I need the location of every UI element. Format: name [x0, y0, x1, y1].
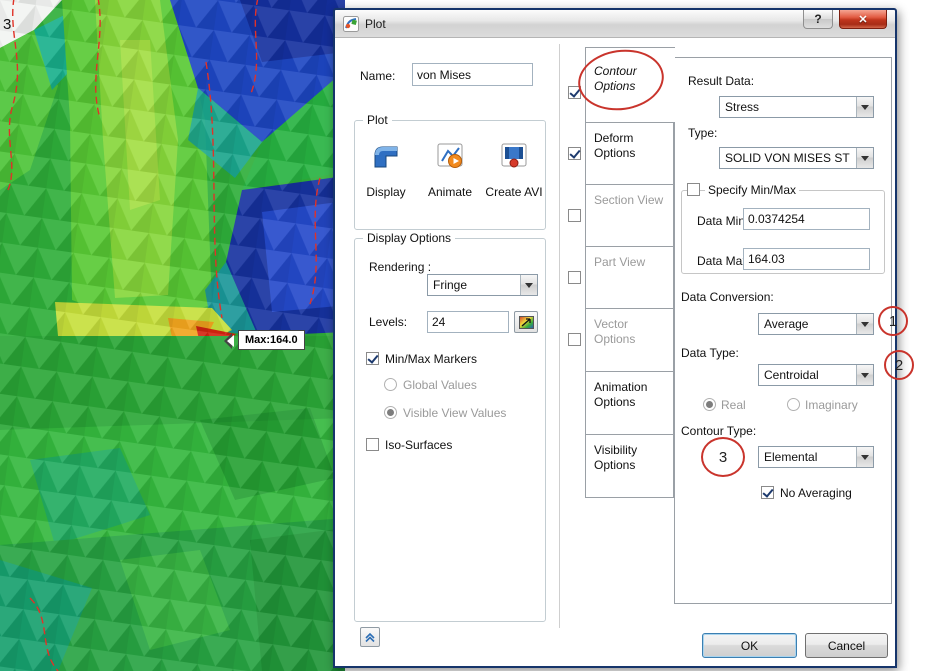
levels-palette-button[interactable]	[514, 311, 538, 333]
minmax-markers-label: Min/Max Markers	[385, 352, 478, 366]
rendering-value: Fringe	[433, 278, 468, 292]
tab-animation-options[interactable]: Animation Options	[585, 371, 674, 435]
tab-vector-options[interactable]: Vector Options	[585, 308, 674, 372]
display-options-title: Display Options	[363, 231, 456, 245]
annotation-step-2: 2	[884, 350, 914, 380]
contour-type-dropdown[interactable]: Elemental	[758, 446, 874, 468]
annotation-step-1: 1	[878, 306, 908, 336]
plot-group: Plot Display Animate Create AVI	[354, 113, 546, 230]
animate-icon	[437, 143, 463, 168]
dialog-titlebar[interactable]: Plot ? ✕	[335, 10, 895, 38]
specify-minmax-checkbox[interactable]	[687, 183, 700, 196]
data-min-input[interactable]	[743, 208, 870, 230]
tab-visibility-options[interactable]: Visibility Options	[585, 434, 674, 498]
name-input[interactable]	[412, 63, 533, 86]
result-data-value: Stress	[725, 100, 760, 114]
plot-dialog-icon	[343, 15, 359, 32]
animate-button-label: Animate	[427, 185, 473, 199]
display-button-label: Display	[366, 185, 406, 199]
data-type-value: Centroidal	[764, 368, 819, 382]
double-chevron-up-icon	[365, 632, 375, 643]
ok-button[interactable]: OK	[702, 633, 797, 658]
real-label: Real	[721, 398, 746, 412]
type-value: SOLID VON MISES ST	[725, 151, 850, 165]
create-avi-button[interactable]	[498, 141, 530, 171]
deform-options-checkbox[interactable]	[568, 147, 581, 160]
name-label: Name:	[360, 69, 396, 83]
max-value-marker: Max:164.0	[224, 330, 305, 350]
imaginary-radio[interactable]	[787, 398, 800, 411]
global-values-label: Global Values	[403, 378, 477, 392]
section-view-checkbox[interactable]	[568, 209, 581, 222]
visible-view-values-radio[interactable]	[384, 406, 397, 419]
contour-options-panel: Result Data: Stress Type: SOLID VON MISE…	[674, 57, 892, 604]
close-icon: ✕	[858, 13, 868, 26]
contour-type-label: Contour Type:	[681, 424, 757, 438]
dropdown-arrow-icon	[856, 148, 873, 168]
iso-surfaces-label: Iso-Surfaces	[385, 438, 453, 452]
collapse-dialog-button[interactable]	[360, 627, 380, 647]
data-max-input[interactable]	[743, 248, 870, 270]
visible-view-values-label: Visible View Values	[403, 406, 507, 420]
result-data-label: Result Data:	[688, 74, 755, 88]
global-values-radio[interactable]	[384, 378, 397, 391]
rendering-label: Rendering :	[369, 260, 432, 274]
iso-surfaces-checkbox[interactable]	[366, 438, 379, 451]
contour-palette-icon	[518, 315, 534, 329]
type-dropdown[interactable]: SOLID VON MISES ST	[719, 147, 874, 169]
cancel-button[interactable]: Cancel	[805, 633, 888, 658]
help-icon: ?	[814, 12, 822, 26]
contour-type-value: Elemental	[764, 450, 818, 464]
no-averaging-label: No Averaging	[780, 486, 852, 500]
create-avi-button-label: Create AVI	[485, 185, 543, 199]
tab-deform-options[interactable]: Deform Options	[585, 122, 674, 185]
data-min-label: Data Min:	[697, 214, 749, 228]
display-button[interactable]	[370, 141, 402, 171]
plot-group-title: Plot	[363, 113, 392, 127]
part-view-checkbox[interactable]	[568, 271, 581, 284]
specify-minmax-label: Specify Min/Max	[705, 183, 800, 197]
dropdown-arrow-icon	[856, 365, 873, 385]
data-conversion-dropdown[interactable]: Average	[758, 313, 874, 335]
data-conversion-value: Average	[764, 317, 809, 331]
dropdown-arrow-icon	[856, 447, 873, 467]
close-button[interactable]: ✕	[839, 10, 887, 29]
tab-section-view[interactable]: Section View	[585, 184, 674, 247]
data-type-dropdown[interactable]: Centroidal	[758, 364, 874, 386]
dialog-title: Plot	[365, 16, 386, 31]
type-label: Type:	[688, 126, 718, 140]
help-button[interactable]: ?	[803, 10, 833, 29]
minmax-markers-checkbox[interactable]	[366, 352, 379, 365]
view-corner-label: 3	[3, 16, 12, 33]
annotation-step-3: 3	[701, 437, 745, 477]
display-icon	[374, 146, 398, 168]
animate-button[interactable]	[434, 141, 466, 171]
data-conversion-label: Data Conversion:	[681, 290, 774, 304]
result-data-dropdown[interactable]: Stress	[719, 96, 874, 118]
vector-options-checkbox[interactable]	[568, 333, 581, 346]
imaginary-label: Imaginary	[805, 398, 858, 412]
panel-divider	[559, 44, 560, 628]
no-averaging-checkbox[interactable]	[761, 486, 774, 499]
screen: 3 Max:164.0 Plot ? ✕ Name: Plot	[0, 0, 926, 671]
dropdown-arrow-icon	[856, 314, 873, 334]
real-radio[interactable]	[703, 398, 716, 411]
tab-part-view[interactable]: Part View	[585, 246, 674, 309]
dropdown-arrow-icon	[520, 275, 537, 295]
data-type-label: Data Type:	[681, 346, 739, 360]
levels-input[interactable]	[427, 311, 509, 333]
dropdown-arrow-icon	[856, 97, 873, 117]
create-avi-icon	[501, 143, 527, 168]
levels-label: Levels:	[369, 315, 408, 329]
rendering-dropdown[interactable]: Fringe	[427, 274, 538, 296]
